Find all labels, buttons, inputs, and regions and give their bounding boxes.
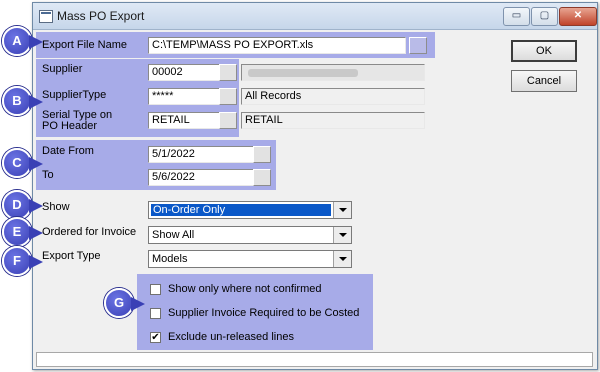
date-to-label: To — [42, 169, 54, 181]
exclude-unreleased-checkbox[interactable]: ✔ — [150, 332, 161, 343]
serial-type-description: RETAIL — [241, 112, 425, 129]
maximize-button[interactable]: ▢ — [531, 7, 558, 26]
callout-g: G — [104, 288, 145, 318]
callout-e: E — [2, 217, 43, 247]
cancel-button[interactable]: Cancel — [511, 70, 577, 92]
callout-c: C — [2, 148, 43, 178]
supplier-lookup-button[interactable] — [219, 64, 237, 81]
export-type-arrow-icon[interactable] — [333, 251, 351, 267]
show-only-not-confirmed-checkbox[interactable] — [150, 284, 161, 295]
ordered-for-invoice-arrow-icon[interactable] — [333, 227, 351, 243]
ordered-for-invoice-dropdown[interactable]: Show All — [148, 226, 352, 244]
minimize-button[interactable]: ▭ — [503, 7, 530, 26]
supplier-label: Supplier — [42, 63, 83, 75]
date-to-input[interactable]: 5/6/2022 — [148, 169, 254, 186]
callout-a: A — [2, 26, 43, 56]
callout-f: F — [2, 246, 43, 276]
ok-button[interactable]: OK — [511, 40, 577, 62]
serial-type-lookup-button[interactable] — [219, 112, 237, 129]
export-file-browse-button[interactable] — [409, 37, 427, 54]
ordered-for-invoice-label: Ordered for Invoice — [42, 226, 137, 238]
callout-b: B — [2, 86, 43, 116]
callout-d: D — [2, 190, 43, 220]
show-selected-value: On-Order Only — [151, 204, 331, 216]
supplier-type-label: SupplierType — [42, 89, 107, 101]
show-label: Show — [42, 201, 70, 213]
window-app-icon — [39, 10, 53, 23]
supplier-type-description: All Records — [241, 88, 425, 105]
export-type-dropdown[interactable]: Models — [148, 250, 352, 268]
date-from-input[interactable]: 5/1/2022 — [148, 146, 254, 163]
title-bar[interactable]: Mass PO Export ▭ ▢ ✕ — [33, 3, 597, 30]
serial-type-label: Serial Type on PO Header — [42, 110, 112, 132]
exclude-unreleased-label: Exclude un-released lines — [168, 331, 294, 343]
supplier-invoice-required-checkbox[interactable] — [150, 308, 161, 319]
serial-type-input[interactable]: RETAIL — [148, 112, 220, 129]
date-to-picker-button[interactable] — [253, 169, 271, 186]
supplier-input[interactable]: 00002 — [148, 64, 220, 81]
export-type-value: Models — [152, 253, 188, 265]
supplier-name-display — [241, 64, 425, 81]
export-file-input[interactable]: C:\TEMP\MASS PO EXPORT.xls — [148, 37, 406, 54]
close-button[interactable]: ✕ — [559, 7, 597, 26]
window-title: Mass PO Export — [57, 9, 145, 23]
supplier-invoice-required-label: Supplier Invoice Required to be Costed — [168, 307, 360, 319]
export-file-label: Export File Name — [42, 39, 127, 51]
serial-type-label-line2: PO Header — [42, 120, 98, 132]
export-type-label: Export Type — [42, 250, 101, 262]
show-dropdown[interactable]: On-Order Only — [148, 201, 352, 219]
date-from-label: Date From — [42, 145, 94, 157]
redacted-supplier-name — [248, 69, 358, 77]
show-dropdown-arrow-icon[interactable] — [333, 202, 351, 218]
date-from-picker-button[interactable] — [253, 146, 271, 163]
status-bar — [36, 352, 593, 367]
supplier-type-lookup-button[interactable] — [219, 88, 237, 105]
show-only-not-confirmed-label: Show only where not confirmed — [168, 283, 322, 295]
ordered-for-invoice-value: Show All — [152, 229, 195, 241]
supplier-type-input[interactable]: ***** — [148, 88, 220, 105]
